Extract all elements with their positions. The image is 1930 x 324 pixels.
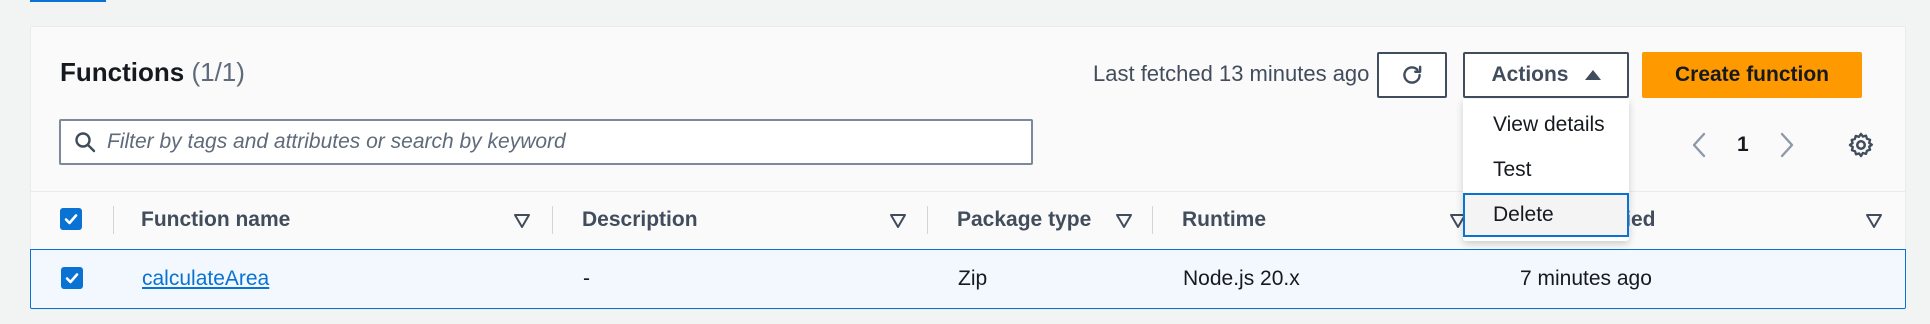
column-header-description[interactable]: Description — [582, 192, 698, 248]
functions-panel: Functions (1/1) Last fetched 13 minutes … — [30, 26, 1906, 310]
column-header-function-name[interactable]: Function name — [141, 192, 290, 248]
search-icon — [75, 132, 96, 153]
runtime-cell: Node.js 20.x — [1183, 267, 1300, 290]
column-header-package-type[interactable]: Package type — [957, 192, 1091, 248]
menu-item-delete[interactable]: Delete — [1463, 193, 1629, 237]
pagination: 1 — [1691, 125, 1795, 165]
sort-icon[interactable] — [1865, 212, 1883, 230]
last-fetched-text: Last fetched 13 minutes ago — [1093, 61, 1370, 86]
checkmark-icon — [64, 214, 78, 225]
refresh-icon — [1403, 65, 1422, 84]
sort-icon[interactable] — [889, 212, 907, 230]
create-function-button[interactable]: Create function — [1642, 52, 1862, 98]
chevron-right-icon[interactable] — [1779, 132, 1795, 158]
actions-button[interactable]: Actions — [1463, 52, 1629, 98]
page-title: Functions (1/1) — [60, 57, 245, 88]
sort-icon[interactable] — [513, 212, 531, 230]
gear-icon — [1848, 132, 1874, 158]
table-settings-button[interactable] — [1843, 127, 1879, 163]
column-divider — [552, 206, 553, 234]
chevron-left-icon[interactable] — [1691, 132, 1707, 158]
search-input[interactable]: Filter by tags and attributes or search … — [59, 119, 1033, 165]
active-tab-indicator — [30, 0, 106, 2]
column-divider — [1152, 206, 1153, 234]
panel-title-text: Functions — [60, 57, 185, 87]
function-count: (1/1) — [191, 57, 245, 87]
column-divider — [113, 206, 114, 234]
table-row[interactable]: calculateArea - Zip Node.js 20.x 7 minut… — [30, 249, 1906, 309]
function-name-link[interactable]: calculateArea — [142, 267, 269, 291]
menu-item-test[interactable]: Test — [1463, 148, 1629, 192]
package-type-cell: Zip — [958, 267, 988, 290]
sort-icon[interactable] — [1115, 212, 1133, 230]
refresh-button[interactable] — [1377, 52, 1447, 98]
menu-item-view-details[interactable]: View details — [1463, 103, 1629, 147]
search-placeholder: Filter by tags and attributes or search … — [107, 130, 566, 153]
column-divider — [927, 206, 928, 234]
caret-up-icon — [1584, 70, 1601, 80]
actions-dropdown-menu: View details Test Delete — [1463, 99, 1629, 241]
checkmark-icon — [65, 273, 79, 284]
current-page[interactable]: 1 — [1737, 133, 1749, 157]
select-all-checkbox[interactable] — [60, 208, 82, 230]
column-header-runtime[interactable]: Runtime — [1182, 192, 1266, 248]
actions-button-label: Actions — [1491, 63, 1569, 86]
description-cell: - — [583, 267, 590, 290]
row-checkbox[interactable] — [61, 267, 83, 289]
last-modified-cell: 7 minutes ago — [1520, 267, 1652, 290]
